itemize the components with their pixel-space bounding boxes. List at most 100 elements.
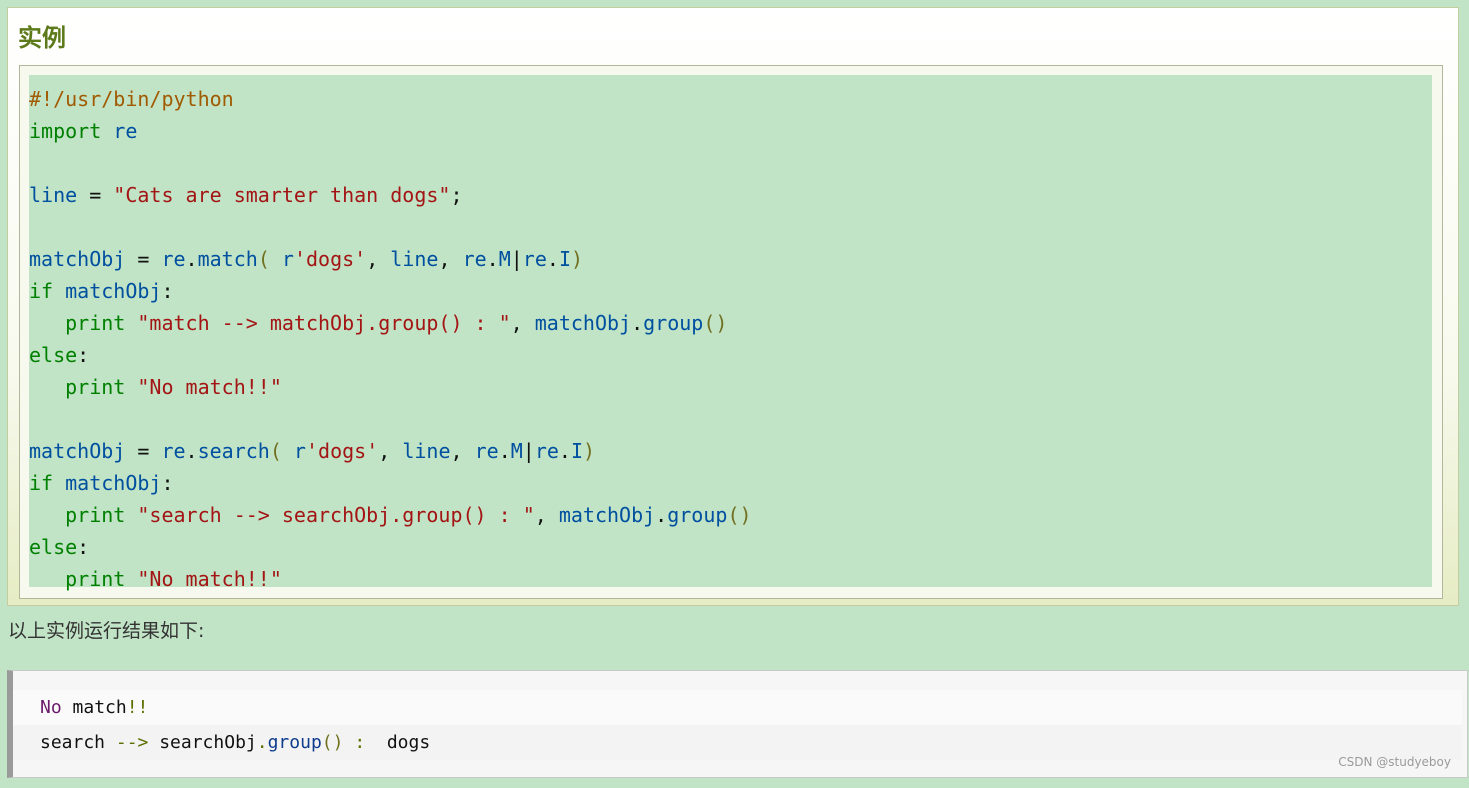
code-token: line: [29, 183, 78, 207]
code-token: .: [546, 247, 559, 271]
code-token: "Cats are smarter than dogs": [113, 183, 451, 207]
code-token: matchObj: [558, 503, 656, 527]
code-token: print: [65, 311, 126, 335]
code-token: |: [510, 247, 523, 271]
python-code: #!/usr/bin/python import re line = "Cats …: [29, 83, 752, 595]
code-token: search: [197, 439, 270, 463]
output-token: [343, 732, 354, 753]
code-token: I: [558, 247, 571, 271]
code-token: matchObj: [65, 279, 162, 303]
code-token: else: [29, 535, 78, 559]
code-token: if: [29, 279, 54, 303]
code-token: :: [161, 471, 174, 495]
code-token: M: [498, 247, 511, 271]
output-line: search --> searchObj.group() : dogs: [13, 725, 1462, 760]
code-token: (): [727, 503, 752, 527]
code-token: I: [570, 439, 584, 463]
output-token: (): [321, 732, 344, 753]
output-line: No match!!: [13, 690, 1462, 725]
code-token: ,: [438, 247, 463, 271]
code-token: group: [667, 503, 728, 527]
code-token: (): [703, 311, 728, 335]
code-token: ,: [378, 439, 403, 463]
code-token: r: [281, 439, 306, 463]
code-token: .: [486, 247, 499, 271]
code-line: line = "Cats are smarter than dogs";: [29, 179, 752, 211]
code-token: ;: [450, 183, 463, 207]
output-token: :: [354, 732, 366, 753]
result-caption: 以上实例运行结果如下:: [8, 620, 205, 642]
code-token: M: [510, 439, 523, 463]
code-token: re: [522, 247, 547, 271]
code-token: ): [583, 439, 596, 463]
code-token: import: [29, 119, 102, 143]
csdn-watermark: CSDN @studyeboy: [1338, 755, 1451, 769]
code-token: r: [269, 247, 294, 271]
code-token: =: [125, 247, 162, 271]
code-line: matchObj = re.match( r'dogs', line, re.M…: [29, 243, 752, 275]
code-token: ,: [534, 503, 559, 527]
code-token: .: [558, 439, 571, 463]
code-token: matchObj: [29, 247, 126, 271]
output-token: search: [40, 732, 116, 753]
output-token: searchObj: [148, 732, 257, 753]
output-token: dogs: [365, 732, 431, 753]
code-token: #!/usr/bin/python: [29, 87, 234, 111]
code-line: if matchObj:: [29, 467, 752, 499]
code-token: re: [113, 119, 138, 143]
code-token: (: [269, 439, 282, 463]
code-token: matchObj: [29, 439, 126, 463]
code-token: =: [77, 183, 114, 207]
code-token: :: [77, 343, 90, 367]
code-token: re: [462, 247, 487, 271]
code-line: print "No match!!": [29, 563, 752, 595]
code-token: |: [522, 439, 535, 463]
code-line: #!/usr/bin/python: [29, 83, 752, 115]
code-line: else:: [29, 339, 752, 371]
code-token: (: [257, 247, 270, 271]
code-token: print: [65, 567, 126, 591]
code-token: print: [65, 503, 126, 527]
code-token: =: [125, 439, 162, 463]
code-token: .: [631, 311, 644, 335]
code-token: matchObj: [65, 471, 162, 495]
code-line: if matchObj:: [29, 275, 752, 307]
code-token: "No match!!": [137, 375, 282, 399]
code-token: :: [77, 535, 90, 559]
code-token: ,: [510, 311, 535, 335]
code-token: .: [185, 439, 198, 463]
output-token: .: [256, 732, 268, 753]
code-block: #!/usr/bin/python import re line = "Cats …: [19, 65, 1443, 599]
code-token: :: [161, 279, 174, 303]
code-line: print "search --> searchObj.group() : ",…: [29, 499, 752, 531]
code-token: group: [643, 311, 704, 335]
output-token: !!: [126, 697, 149, 718]
code-token: else: [29, 343, 78, 367]
code-token: line: [390, 247, 439, 271]
code-line: matchObj = re.search( r'dogs', line, re.…: [29, 435, 752, 467]
code-token: "match --> matchObj.group() : ": [137, 311, 511, 335]
code-token: "No match!!": [137, 567, 282, 591]
output-block: No match!! search --> searchObj.group() …: [7, 670, 1468, 778]
output-token: -->: [115, 732, 149, 753]
code-token: .: [498, 439, 511, 463]
code-token: ): [570, 247, 584, 271]
code-line: import re: [29, 115, 752, 147]
code-background: #!/usr/bin/python import re line = "Cats …: [29, 75, 1432, 591]
code-token: ,: [366, 247, 391, 271]
code-token: if: [29, 471, 54, 495]
code-token: match: [197, 247, 258, 271]
code-token: .: [185, 247, 198, 271]
